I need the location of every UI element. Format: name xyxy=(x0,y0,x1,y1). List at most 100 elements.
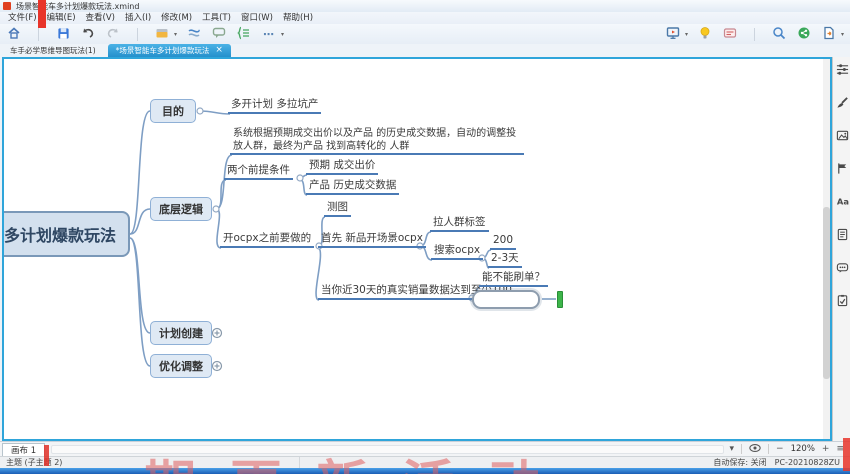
main-toolbar: ▾ ⋯ ▾ ▾ xyxy=(0,24,850,44)
task-check-icon xyxy=(836,292,849,311)
redo-button[interactable] xyxy=(105,26,121,42)
topic-plan-create[interactable]: 计划创建 xyxy=(150,321,212,345)
menu-bar: 文件(F) 编辑(E) 查看(V) 插入(I) 修改(M) 工具(T) 窗口(W… xyxy=(0,12,850,24)
node-value-200[interactable]: 200 xyxy=(490,234,516,250)
marker-button[interactable] xyxy=(154,26,170,42)
device-name: PC-20210828ZU xyxy=(775,458,840,467)
topic-logic[interactable]: 底层逻辑 xyxy=(150,197,212,221)
zoom-menu-icon[interactable]: ≡ xyxy=(836,444,844,454)
more-caret-icon[interactable]: ▾ xyxy=(281,31,284,38)
sheet-tab-canvas1[interactable]: 画布 1 xyxy=(2,443,45,456)
presentation-icon xyxy=(666,25,680,44)
edit-drag-handle[interactable] xyxy=(557,291,563,308)
idea-button[interactable] xyxy=(697,26,713,42)
comment-button[interactable] xyxy=(835,261,849,275)
zoom-level[interactable]: 120% xyxy=(791,444,815,454)
share-button[interactable] xyxy=(796,26,812,42)
undo-button[interactable] xyxy=(80,26,96,42)
menu-window[interactable]: 窗口(W) xyxy=(236,12,278,24)
marker-flag-button[interactable] xyxy=(835,162,849,176)
taskbar-strip xyxy=(0,468,850,474)
relationship-button[interactable] xyxy=(186,26,202,42)
mindmap: 多计划爆款玩法 目的 底层逻辑 计划创建 优化调整 多开计划 多拉坑产 系统根据… xyxy=(4,59,830,439)
node-pull-tags[interactable]: 拉人群标签 xyxy=(430,216,489,232)
notes-icon xyxy=(836,226,849,245)
bottom-bar: 画布 1 ▾ − 120% + ≡ xyxy=(0,441,850,456)
tab-label: *场景智能车多计划爆款玩法 xyxy=(116,45,210,56)
node-premise[interactable]: 两个前提条件 xyxy=(224,164,293,180)
node-days-2-3[interactable]: 2-3天 xyxy=(488,252,522,268)
node-before-ocpx[interactable]: 开ocpx之前要做的 xyxy=(220,232,314,248)
sliders-icon xyxy=(836,61,849,80)
menu-modify[interactable]: 修改(M) xyxy=(156,12,197,24)
menu-view[interactable]: 查看(V) xyxy=(81,12,120,24)
home-button[interactable] xyxy=(6,26,22,42)
font-button[interactable]: Aa xyxy=(835,195,849,209)
tab-inactive-document[interactable]: 车手必学思维导图玩法(1) xyxy=(2,44,104,57)
flag-icon xyxy=(836,160,849,179)
export-caret-icon[interactable]: ▾ xyxy=(841,31,844,38)
node-first-scene-ocpx[interactable]: 首先 新品开场景ocpx xyxy=(318,232,426,248)
close-icon[interactable]: × xyxy=(215,46,223,55)
lightbulb-icon xyxy=(698,25,712,44)
node-logic-description[interactable]: 系统根据预期成交出价以及产品 的历史成交数据，自动的调整投放人群，最终为产品 找… xyxy=(230,127,524,155)
node-brush-order[interactable]: 能不能刷单？ xyxy=(479,271,548,287)
toolbar-separator xyxy=(137,28,138,41)
vertical-scrollbar[interactable] xyxy=(823,59,830,439)
mindmap-canvas[interactable]: 多计划爆款玩法 目的 底层逻辑 计划创建 优化调整 多开计划 多拉坑产 系统根据… xyxy=(2,57,832,441)
chevron-down-icon[interactable]: ▾ xyxy=(730,444,735,454)
font-icon: Aa xyxy=(836,193,849,212)
export-button[interactable] xyxy=(821,26,837,42)
card-button[interactable] xyxy=(722,26,738,42)
menu-insert[interactable]: 插入(I) xyxy=(120,12,156,24)
search-icon xyxy=(772,25,786,44)
overview-eye-button[interactable] xyxy=(749,443,761,456)
task-button[interactable] xyxy=(835,294,849,308)
notes-button[interactable] xyxy=(835,228,849,242)
node-premise-bid[interactable]: 预期 成交出价 xyxy=(306,159,378,175)
node-search-ocpx[interactable]: 搜索ocpx xyxy=(431,244,483,260)
image-icon xyxy=(836,127,849,146)
topic-purpose[interactable]: 目的 xyxy=(150,99,196,123)
marker-caret-icon[interactable]: ▾ xyxy=(174,31,177,38)
zoom-controls: ▾ − 120% + ≡ xyxy=(730,443,850,456)
menu-help[interactable]: 帮助(H) xyxy=(278,12,318,24)
insert-image-button[interactable] xyxy=(835,129,849,143)
save-icon xyxy=(57,25,70,44)
horizontal-scrollbar[interactable] xyxy=(51,445,723,454)
share-icon xyxy=(797,25,811,44)
relationship-icon xyxy=(187,25,201,44)
undo-icon xyxy=(81,25,95,44)
vertical-scrollbar-thumb[interactable] xyxy=(823,207,830,379)
callout-button[interactable] xyxy=(211,26,227,42)
search-button[interactable] xyxy=(771,26,787,42)
zoom-out-button[interactable]: − xyxy=(776,444,784,454)
outline-button[interactable] xyxy=(236,26,252,42)
status-bar: 主题 (子主题 2) 自动保存: 关闭 PC-20210828ZU xyxy=(0,456,850,468)
zoom-in-button[interactable]: + xyxy=(822,444,830,454)
menu-file[interactable]: 文件(F) xyxy=(3,12,42,24)
tab-active-document[interactable]: *场景智能车多计划爆款玩法 × xyxy=(108,44,231,57)
outline-icon xyxy=(237,25,251,44)
tab-label: 车手必学思维导图玩法(1) xyxy=(10,45,96,56)
node-purpose-child[interactable]: 多开计划 多拉坑产 xyxy=(228,98,321,114)
node-premise-history[interactable]: 产品 历史成交数据 xyxy=(306,179,399,195)
title-bar: 场景智能车多计划爆款玩法.xmind xyxy=(0,0,850,12)
redo-icon xyxy=(106,25,120,44)
central-topic[interactable]: 多计划爆款玩法 xyxy=(2,211,130,257)
xmind-window: 场景智能车多计划爆款玩法.xmind 文件(F) 编辑(E) 查看(V) 插入(… xyxy=(0,0,850,474)
save-button[interactable] xyxy=(55,26,71,42)
right-sidebar: Aa xyxy=(832,57,850,441)
presentation-caret-icon[interactable]: ▾ xyxy=(685,31,688,38)
node-test-image[interactable]: 测图 xyxy=(324,201,351,217)
topic-optimize[interactable]: 优化调整 xyxy=(150,354,212,378)
comment-icon xyxy=(836,259,849,278)
node-editing-empty[interactable] xyxy=(472,290,540,309)
menu-tools[interactable]: 工具(T) xyxy=(197,12,236,24)
style-brush-button[interactable] xyxy=(835,96,849,110)
presentation-button[interactable] xyxy=(665,26,681,42)
separator xyxy=(768,444,769,454)
more-button[interactable]: ⋯ xyxy=(261,26,277,42)
menu-edit[interactable]: 编辑(E) xyxy=(42,12,81,24)
structure-button[interactable] xyxy=(835,63,849,77)
